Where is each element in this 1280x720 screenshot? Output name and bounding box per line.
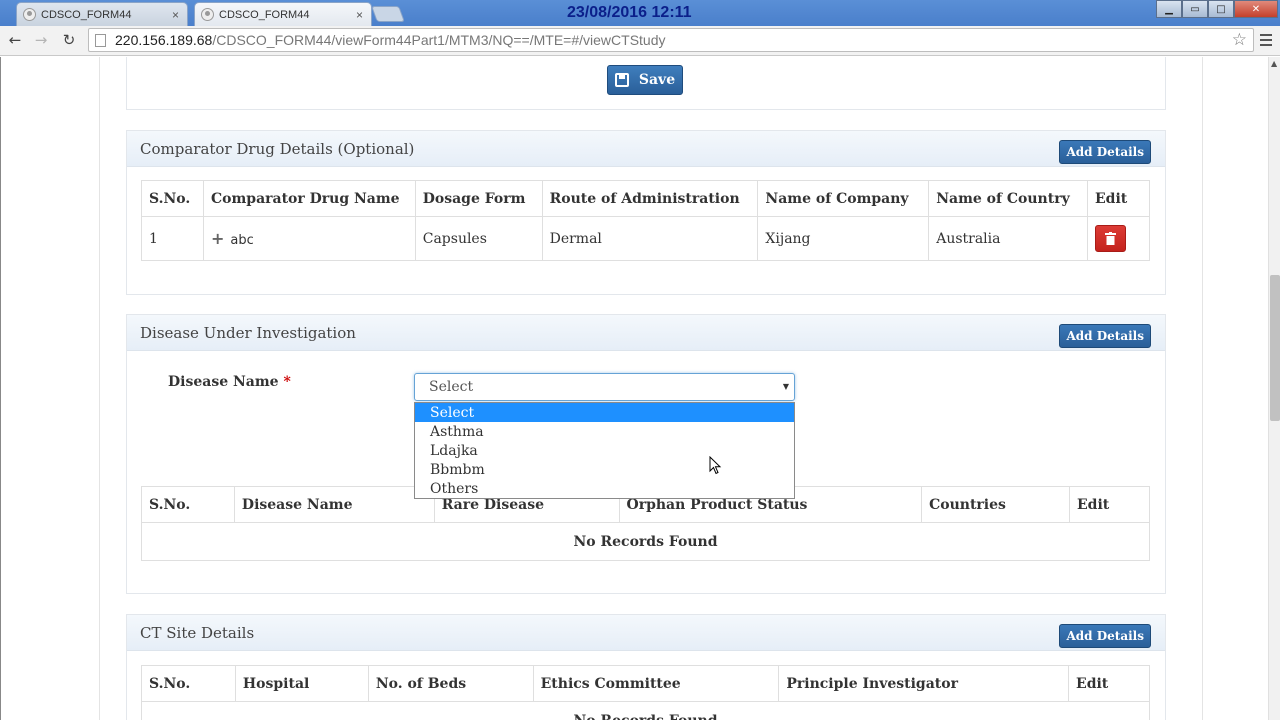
disease-select-value: Select bbox=[429, 379, 474, 395]
user-favicon-icon bbox=[201, 8, 214, 21]
column-header: Countries bbox=[921, 486, 1071, 523]
comparator-add-details-button[interactable]: Add Details bbox=[1059, 140, 1151, 164]
drug-name-text: abc bbox=[230, 233, 254, 248]
browser-tab-strip: CDSCO_FORM44 × CDSCO_FORM44 × 23/08/2016… bbox=[0, 0, 1280, 26]
floppy-disk-icon bbox=[614, 73, 629, 87]
comparator-panel-title: Comparator Drug Details (Optional) bbox=[140, 140, 415, 158]
clock-overlay: 23/08/2016 12:11 bbox=[567, 4, 692, 21]
no-records-cell: No Records Found bbox=[141, 701, 1150, 720]
column-header: S.No. bbox=[141, 486, 235, 523]
cell-sno: 1 bbox=[141, 216, 204, 261]
disease-add-details-button[interactable]: Add Details bbox=[1059, 324, 1151, 348]
column-header: Disease Name bbox=[233, 486, 435, 523]
save-button[interactable]: Save bbox=[607, 65, 683, 95]
cell-route: Dermal bbox=[541, 216, 759, 261]
column-header: Route of Administration bbox=[541, 180, 759, 217]
option-item[interactable]: Ldajka bbox=[415, 441, 794, 460]
user-favicon-icon bbox=[23, 8, 36, 21]
column-header: Hospital bbox=[234, 665, 369, 702]
browser-menu-icon[interactable] bbox=[1260, 34, 1272, 46]
tab-close-icon[interactable]: × bbox=[172, 8, 179, 22]
column-header: S.No. bbox=[141, 180, 204, 217]
ctsite-add-details-button[interactable]: Add Details bbox=[1059, 624, 1151, 648]
column-header: S.No. bbox=[141, 665, 236, 702]
option-item[interactable]: Select bbox=[415, 403, 794, 422]
column-header: Edit bbox=[1068, 665, 1150, 702]
table-header-row: S.No. Comparator Drug Name Dosage Form R… bbox=[141, 180, 1150, 217]
page-icon bbox=[95, 33, 106, 47]
window-close-icon[interactable]: ✕ bbox=[1234, 0, 1278, 18]
mouse-pointer-icon bbox=[709, 456, 722, 475]
ctsite-table: S.No. Hospital No. of Beds Ethics Commit… bbox=[141, 665, 1150, 720]
bookmark-star-icon[interactable]: ☆ bbox=[1232, 30, 1247, 50]
tab-title: CDSCO_FORM44 bbox=[219, 8, 310, 21]
save-button-label: Save bbox=[638, 72, 676, 88]
tab-close-icon[interactable]: × bbox=[356, 8, 363, 22]
window-minimize-icon[interactable]: ▁ bbox=[1156, 0, 1182, 18]
page-scrollbar[interactable]: ▲ bbox=[1268, 57, 1280, 720]
scroll-up-arrow-icon[interactable]: ▲ bbox=[1271, 59, 1277, 68]
disease-name-label: Disease Name * bbox=[168, 374, 291, 390]
table-header-row: S.No. Hospital No. of Beds Ethics Commit… bbox=[141, 665, 1150, 702]
table-row: No Records Found bbox=[141, 522, 1150, 561]
new-tab-button[interactable] bbox=[371, 6, 405, 22]
scrollbar-thumb[interactable] bbox=[1270, 275, 1280, 421]
page-left-border bbox=[0, 57, 1, 720]
disease-panel-header: Disease Under Investigation Add Details bbox=[127, 315, 1165, 351]
required-asterisk: * bbox=[283, 374, 291, 390]
column-header: Name of Company bbox=[757, 180, 930, 217]
no-records-cell: No Records Found bbox=[141, 522, 1150, 561]
disease-options-list: Select Asthma Ldajka Bbmbm Others bbox=[414, 402, 795, 499]
browser-tab-2[interactable]: CDSCO_FORM44 × bbox=[194, 2, 372, 26]
cell-company: Xijang bbox=[757, 216, 930, 261]
cell-drug-name: + abc bbox=[202, 216, 416, 261]
dropdown-caret-icon: ▼ bbox=[782, 382, 789, 391]
table-row: No Records Found bbox=[141, 701, 1150, 720]
column-header: Edit bbox=[1069, 486, 1150, 523]
disease-name-label-text: Disease Name bbox=[168, 374, 279, 390]
ctsite-panel-title: CT Site Details bbox=[140, 624, 255, 642]
disease-panel-title: Disease Under Investigation bbox=[140, 324, 356, 342]
comparator-table: S.No. Comparator Drug Name Dosage Form R… bbox=[141, 180, 1150, 261]
column-header: Ethics Committee bbox=[532, 665, 780, 702]
forward-arrow-icon[interactable]: → bbox=[31, 30, 51, 50]
delete-button[interactable] bbox=[1095, 225, 1126, 252]
column-header: Comparator Drug Name bbox=[202, 180, 416, 217]
url-path: /CDSCO_FORM44/viewForm44Part1/MTM3/NQ==/… bbox=[212, 32, 666, 48]
cell-edit bbox=[1087, 216, 1150, 261]
window-restore-icon[interactable]: ▭ bbox=[1182, 0, 1208, 18]
option-item[interactable]: Bbmbm bbox=[415, 460, 794, 479]
column-header: Edit bbox=[1087, 180, 1150, 217]
column-header: No. of Beds bbox=[367, 665, 534, 702]
browser-tab-1[interactable]: CDSCO_FORM44 × bbox=[16, 2, 188, 26]
ctsite-panel-header: CT Site Details Add Details bbox=[127, 615, 1165, 651]
table-row: 1 + abc Capsules Dermal Xijang Australia bbox=[141, 216, 1150, 261]
address-bar[interactable]: 220.156.189.68 /CDSCO_FORM44/viewForm44P… bbox=[88, 28, 1254, 52]
comparator-panel-header: Comparator Drug Details (Optional) Add D… bbox=[127, 131, 1165, 167]
reload-icon[interactable]: ↻ bbox=[59, 30, 79, 50]
back-arrow-icon[interactable]: ← bbox=[5, 30, 25, 50]
cell-dosage: Capsules bbox=[414, 216, 543, 261]
trash-icon bbox=[1105, 232, 1116, 245]
url-host: 220.156.189.68 bbox=[115, 32, 213, 48]
disease-name-select[interactable]: Select ▼ bbox=[414, 373, 795, 401]
column-header: Name of Country bbox=[928, 180, 1088, 217]
column-header: Principle Investigator bbox=[778, 665, 1070, 702]
window-maximize-icon[interactable]: □ bbox=[1208, 0, 1234, 18]
browser-toolbar: ← → ↻ 220.156.189.68 /CDSCO_FORM44/viewF… bbox=[0, 26, 1280, 56]
option-item[interactable]: Others bbox=[415, 479, 794, 498]
tab-title: CDSCO_FORM44 bbox=[41, 8, 132, 21]
cell-country: Australia bbox=[928, 216, 1088, 261]
option-item[interactable]: Asthma bbox=[415, 422, 794, 441]
page-viewport: Save Comparator Drug Details (Optional) … bbox=[0, 57, 1268, 720]
column-header: Dosage Form bbox=[414, 180, 543, 217]
expand-plus-icon[interactable]: + bbox=[211, 229, 224, 248]
